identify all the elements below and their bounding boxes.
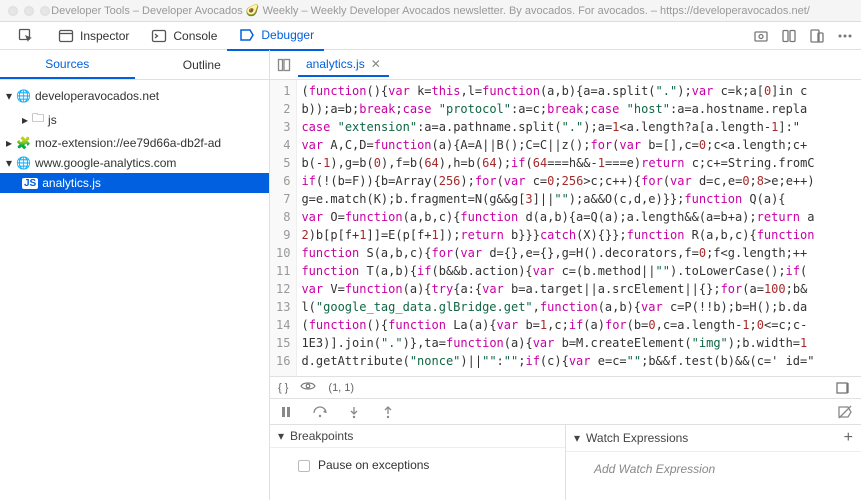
traffic-lights <box>8 6 50 16</box>
console-icon <box>149 26 169 46</box>
zoom-dot[interactable] <box>40 6 50 16</box>
tree-label: moz-extension://ee79d66a-db2f-ad <box>35 136 221 150</box>
debugger-controls <box>270 398 861 424</box>
console-label: Console <box>173 29 217 43</box>
code-editor[interactable]: 12345678910111213141516 (function(){var … <box>270 80 861 376</box>
prettyprint-icon[interactable]: { } <box>278 382 288 394</box>
debugger-label: Debugger <box>261 28 314 42</box>
add-watch-icon[interactable]: + <box>844 429 853 447</box>
pick-element-icon <box>16 26 36 46</box>
watch-pane: ▾ Watch Expressions + Add Watch Expressi… <box>565 425 861 500</box>
debugger-bottom-panes: ▾ Breakpoints Pause on exceptions ▾ Watc… <box>270 424 861 500</box>
window-title: Developer Tools – Developer Avocados 🥑 W… <box>0 4 861 17</box>
more-icon[interactable] <box>835 26 855 46</box>
watch-header[interactable]: ▾ Watch Expressions + <box>566 425 861 452</box>
breakpoints-title: Breakpoints <box>290 429 353 443</box>
tree-label: developeravocados.net <box>35 89 159 103</box>
globe-icon: 🌐 <box>16 89 31 103</box>
screenshot-icon[interactable] <box>751 26 771 46</box>
inspector-tab[interactable]: Inspector <box>46 22 139 50</box>
debugger-icon <box>237 25 257 45</box>
tree-label: js <box>48 113 57 127</box>
twisty-open-icon: ▾ <box>278 429 284 443</box>
responsive-icon[interactable] <box>807 26 827 46</box>
twisty-closed-icon: ▸ <box>6 136 12 150</box>
twisty-open-icon: ▾ <box>574 431 580 445</box>
main-split: Sources Outline ▾ 🌐 developeravocados.ne… <box>0 50 861 500</box>
tree-file-analytics[interactable]: JS analytics.js <box>0 173 269 193</box>
globe-icon: 🌐 <box>16 156 31 170</box>
sources-tab[interactable]: Sources <box>0 51 135 79</box>
tree-folder-js[interactable]: ▸ 🗀 js <box>0 106 269 133</box>
inspector-icon <box>56 26 76 46</box>
editor-tab-label: analytics.js <box>306 57 365 71</box>
pick-element-button[interactable] <box>6 22 46 50</box>
eye-icon[interactable] <box>300 381 316 394</box>
sources-panel: Sources Outline ▾ 🌐 developeravocados.ne… <box>0 50 270 500</box>
watch-placeholder-text: Add Watch Expression <box>594 462 715 476</box>
step-out-icon[interactable] <box>378 402 398 422</box>
tree-domain-ga[interactable]: ▾ 🌐 www.google-analytics.com <box>0 153 269 173</box>
minimize-dot[interactable] <box>24 6 34 16</box>
devtools-toolbar: Inspector Console Debugger <box>0 22 861 50</box>
goto-end-icon[interactable] <box>833 378 853 398</box>
line-gutter: 12345678910111213141516 <box>270 80 297 376</box>
breakpoints-header[interactable]: ▾ Breakpoints <box>270 425 565 448</box>
show-sources-icon[interactable] <box>274 55 294 75</box>
options-icon[interactable] <box>779 26 799 46</box>
cursor-position: (1, 1) <box>328 382 354 394</box>
skip-breakpoints-icon[interactable] <box>835 402 855 422</box>
debugger-tab[interactable]: Debugger <box>227 21 324 51</box>
outline-tab[interactable]: Outline <box>135 52 270 78</box>
pause-icon[interactable] <box>276 402 296 422</box>
twisty-open-icon: ▾ <box>6 156 12 170</box>
source-tree: ▾ 🌐 developeravocados.net ▸ 🗀 js ▸ 🧩 moz… <box>0 80 269 500</box>
step-over-icon[interactable] <box>310 402 330 422</box>
close-icon[interactable]: ✕ <box>371 57 381 71</box>
twisty-open-icon: ▾ <box>6 89 12 103</box>
pause-exceptions-label: Pause on exceptions <box>318 458 429 472</box>
extension-icon: 🧩 <box>16 136 31 150</box>
editor-panel: analytics.js ✕ 12345678910111213141516 (… <box>270 50 861 500</box>
console-tab[interactable]: Console <box>139 22 227 50</box>
pause-exceptions-row[interactable]: Pause on exceptions <box>270 448 565 496</box>
code-lines: (function(){var k=this,l=function(a,b){a… <box>297 80 818 376</box>
tree-extension[interactable]: ▸ 🧩 moz-extension://ee79d66a-db2f-ad <box>0 133 269 153</box>
watch-placeholder[interactable]: Add Watch Expression <box>566 452 861 500</box>
tree-label: analytics.js <box>42 176 101 190</box>
tree-domain-developeravocados[interactable]: ▾ 🌐 developeravocados.net <box>0 86 269 106</box>
editor-status-bar: { } (1, 1) <box>270 376 861 398</box>
window-titlebar: Developer Tools – Developer Avocados 🥑 W… <box>0 0 861 22</box>
tree-label: www.google-analytics.com <box>35 156 176 170</box>
inspector-label: Inspector <box>80 29 129 43</box>
watch-title: Watch Expressions <box>586 431 688 445</box>
breakpoints-pane: ▾ Breakpoints Pause on exceptions <box>270 425 565 500</box>
checkbox-unchecked[interactable] <box>298 460 310 472</box>
editor-tab-analytics[interactable]: analytics.js ✕ <box>298 53 389 77</box>
close-dot[interactable] <box>8 6 18 16</box>
step-in-icon[interactable] <box>344 402 364 422</box>
folder-icon: 🗀 <box>32 109 44 130</box>
twisty-closed-icon: ▸ <box>22 113 28 127</box>
js-file-icon: JS <box>22 178 38 189</box>
